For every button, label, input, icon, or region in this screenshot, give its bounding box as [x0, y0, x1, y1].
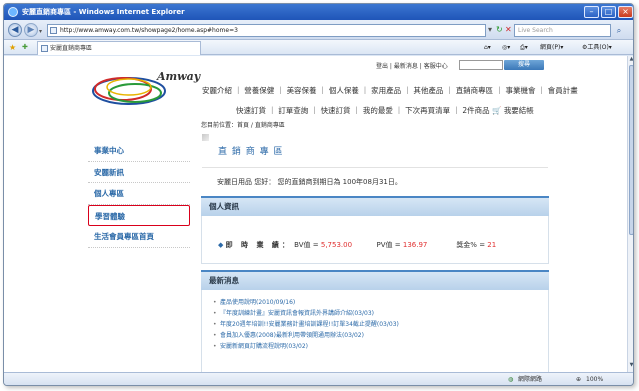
stop-icon[interactable]: ✕	[505, 26, 512, 34]
service-link[interactable]: 客服中心	[424, 63, 448, 70]
personal-info-panel: ◆ 即 時 業 績： BV值 = 5,753.00 PV值 = 136.97 獎…	[201, 216, 549, 264]
tab-label: 安麗直銷商專區	[50, 45, 93, 52]
nav-item[interactable]: 其他產品	[413, 86, 443, 95]
bonus-label: 獎金% =	[456, 241, 486, 249]
nav-item[interactable]: 會員計畫	[548, 86, 578, 95]
logo-text: Amway	[157, 70, 201, 83]
bv-label: BV值 =	[294, 241, 319, 249]
left-menu-item-member-home[interactable]: 生活會員專區首頁	[88, 226, 190, 248]
pv-label: PV值 =	[376, 241, 401, 249]
news-header: 最新消息	[201, 270, 549, 290]
main-nav: 安麗介紹 ｜ 營養保健 ｜ 美容保養 ｜ 個人保養 ｜ 家用產品 ｜ 其他產品 …	[202, 86, 578, 95]
sub-nav: 快速訂貨 ｜ 訂單查詢 ｜ 快速訂貨 ｜ 我的最愛 ｜ 下次再買清單 ｜ 2件商…	[236, 106, 534, 115]
nav-item[interactable]: 安麗介紹	[202, 86, 232, 95]
search-input[interactable]: Live Search	[514, 24, 611, 37]
scroll-thumb[interactable]	[629, 65, 633, 235]
address-toolbar: ◀ ▶ ▾ http://www.amway.com.tw/showpage2/…	[4, 20, 633, 40]
close-button[interactable]: ×	[618, 6, 633, 18]
status-bar: ◍ 網際網路 ⊕ 100%	[4, 372, 633, 385]
refresh-icon[interactable]: ↻	[496, 26, 503, 34]
tools-menu[interactable]: ⚙工具(O)▾	[582, 43, 612, 52]
page-title: 直 銷 商 專 區	[218, 147, 284, 157]
amway-logo[interactable]: Amway	[83, 66, 200, 106]
sub-nav-item[interactable]: 快速訂貨	[236, 106, 266, 115]
page-content: Amway 登出 | 最新消息 | 客服中心 搜尋 安麗介紹 ｜ 營養保健 ｜ …	[4, 56, 627, 372]
news-item[interactable]: 會員加入優惠(2008)最新利用帶領開通用辦法(03/02)	[212, 331, 532, 340]
sub-nav-item[interactable]: 2件商品	[462, 106, 489, 115]
perf-label: 即 時 業 績：	[225, 241, 292, 249]
back-button[interactable]: ◀	[8, 23, 22, 37]
left-menu-item-personal[interactable]: 個人專區	[88, 183, 190, 205]
page-menu[interactable]: 網頁(P)▾	[540, 43, 563, 52]
address-bar[interactable]: http://www.amway.com.tw/showpage2/home.a…	[47, 24, 486, 37]
bv-value: 5,753.00	[320, 241, 353, 249]
site-search-button[interactable]: 搜尋	[504, 60, 544, 70]
zoom-level[interactable]: 100%	[586, 373, 603, 385]
page-icon	[50, 27, 57, 34]
vertical-scrollbar[interactable]: ▲ ▼	[627, 56, 633, 372]
expiry-notice: 安麗日用品 您好： 您的直銷商到期日為 100年08月31日。	[217, 178, 402, 186]
sub-nav-item[interactable]: 快速訂貨	[321, 106, 351, 115]
title-bar: 安麗直銷商專區 - Windows Internet Explorer – □ …	[4, 4, 633, 20]
bullet-icon: ◆	[218, 241, 224, 249]
home-icon[interactable]: ⌂▾	[484, 43, 491, 52]
news-panel: 產品使用說明(2010/09/16) 『年度訓練計畫』安麗資訊會報資訊外界講師介…	[201, 290, 549, 372]
history-dropdown-icon[interactable]: ▾	[39, 28, 42, 35]
tab-bar: ★ ✚ 安麗直銷商專區 ⌂▾ ◎▾ ⎙▾ 網頁(P)▾ ⚙工具(O)▾	[4, 40, 633, 55]
left-menu-item-business-center[interactable]: 事業中心	[88, 140, 190, 162]
search-icon[interactable]: ⌕	[613, 25, 625, 36]
news-link[interactable]: 最新消息	[394, 63, 418, 70]
left-menu: 事業中心 安麗新訊 個人專區 學習體驗 生活會員專區首頁	[88, 140, 190, 248]
nav-item[interactable]: 美容保養	[287, 86, 317, 95]
bonus-value: 21	[487, 241, 497, 249]
site-search-input[interactable]	[459, 60, 503, 70]
internet-zone-icon: ◍	[508, 376, 514, 383]
nav-item[interactable]: 營養保健	[244, 86, 274, 95]
news-list: 產品使用說明(2010/09/16) 『年度訓練計畫』安麗資訊會報資訊外界講師介…	[212, 298, 532, 353]
left-menu-item-learning[interactable]: 學習體驗	[88, 204, 190, 226]
news-item[interactable]: 產品使用說明(2010/09/16)	[212, 298, 532, 307]
address-dropdown-icon[interactable]: ▾	[488, 26, 492, 34]
favorites-star-icon[interactable]: ★	[9, 43, 16, 52]
zone-label: 網際網路	[518, 376, 543, 383]
performance-row: ◆ 即 時 業 績： BV值 = 5,753.00 PV值 = 136.97 獎…	[218, 240, 496, 250]
sub-nav-item[interactable]: 訂單查詢	[278, 106, 308, 115]
nav-item[interactable]: 個人保養	[329, 86, 359, 95]
nav-item[interactable]: 直銷商專區	[456, 86, 494, 95]
news-item[interactable]: 年度20週年培訓!!安麗業務計畫培訓課程!!訂單34截止提醒(03/03)	[212, 320, 532, 329]
cart-icon[interactable]: 🛒	[492, 106, 501, 115]
forward-button[interactable]: ▶	[24, 23, 38, 37]
tools-menu-label: 工具(O)	[587, 44, 609, 51]
title-corner-icon	[202, 134, 209, 141]
sub-nav-item[interactable]: 下次再買清單	[405, 106, 450, 115]
ie-window: 安麗直銷商專區 - Windows Internet Explorer – □ …	[3, 3, 634, 386]
logout-link[interactable]: 登出	[376, 63, 388, 70]
tab-page-icon	[41, 45, 48, 52]
scroll-up-icon[interactable]: ▲	[628, 56, 633, 64]
sub-nav-item[interactable]: 我的最愛	[363, 106, 393, 115]
personal-info-header: 個人資訊	[201, 196, 549, 216]
maximize-button[interactable]: □	[601, 6, 616, 18]
feeds-icon[interactable]: ◎▾	[502, 43, 510, 52]
left-menu-item-news[interactable]: 安麗新訊	[88, 162, 190, 183]
nav-item[interactable]: 事業機會	[505, 86, 535, 95]
print-icon[interactable]: ⎙▾	[520, 43, 528, 52]
zoom-icon[interactable]: ⊕	[576, 373, 581, 385]
top-links: 登出 | 最新消息 | 客服中心	[376, 63, 448, 70]
add-favorite-icon[interactable]: ✚	[22, 43, 28, 51]
news-item[interactable]: 安麗新網頁訂購流程說明(03/02)	[212, 342, 532, 351]
minimize-button[interactable]: –	[584, 6, 599, 18]
pv-value: 136.97	[402, 241, 428, 249]
address-url: http://www.amway.com.tw/showpage2/home.a…	[60, 27, 238, 34]
tab-active[interactable]: 安麗直銷商專區	[37, 41, 201, 55]
checkout-link[interactable]: 我要結帳	[504, 106, 534, 115]
news-item[interactable]: 『年度訓練計畫』安麗資訊會報資訊外界講師介紹(03/03)	[212, 309, 532, 318]
breadcrumb: 您目前位置：首頁 / 直銷商專區	[201, 122, 285, 129]
scroll-down-icon[interactable]: ▼	[628, 362, 633, 370]
page-menu-label: 網頁(P)	[540, 44, 561, 51]
page-title-row: 直 銷 商 專 區	[202, 130, 548, 168]
ie-logo-icon	[8, 7, 18, 17]
nav-item[interactable]: 家用產品	[371, 86, 401, 95]
window-title: 安麗直銷商專區 - Windows Internet Explorer	[22, 8, 185, 16]
